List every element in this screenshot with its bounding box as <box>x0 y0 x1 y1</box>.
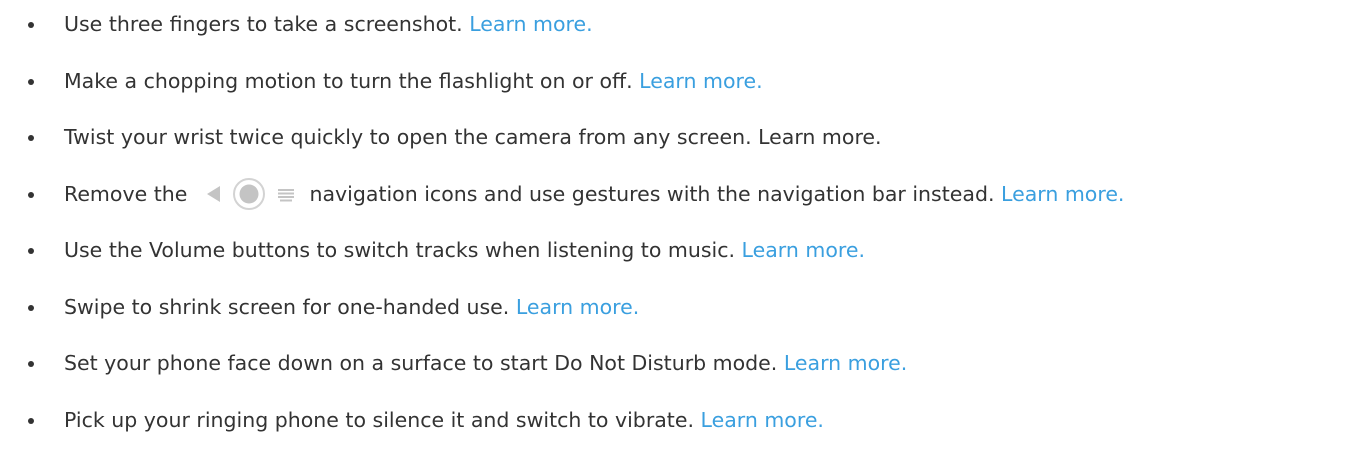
list-item-one-handed: Swipe to shrink screen for one-handed us… <box>0 287 1345 344</box>
item-text: Use the Volume buttons to switch tracks … <box>64 238 736 262</box>
list-item-navigation: Remove the navigation icons and use gest… <box>0 174 1345 231</box>
item-content: Pick up your ringing phone to silence it… <box>64 400 824 440</box>
item-text: Swipe to shrink screen for one-handed us… <box>64 294 510 319</box>
list-item-flashlight: Make a chopping motion to turn the flash… <box>0 61 1345 118</box>
item-text: Pick up your ringing phone to silence it… <box>64 407 694 432</box>
list-item-screenshot: Use three fingers to take a screenshot. … <box>0 4 1345 61</box>
bullet <box>28 22 34 28</box>
back-icon <box>206 185 220 202</box>
item-text-before: Remove the <box>64 181 188 206</box>
bullet <box>28 78 34 85</box>
learn-more-text: Learn more. <box>758 125 882 149</box>
item-text: Set your phone face down on a surface to… <box>64 351 778 375</box>
bullet <box>28 191 34 198</box>
bullet <box>28 135 34 141</box>
learn-more-link[interactable]: Learn more. <box>742 238 865 262</box>
list-item-camera: Twist your wrist twice quickly to open t… <box>0 117 1345 174</box>
bullet <box>28 417 34 424</box>
bullet <box>28 361 34 367</box>
item-text: Make a chopping motion to turn the flash… <box>64 68 633 93</box>
learn-more-link[interactable]: Learn more. <box>639 69 762 93</box>
gesture-tips-list: Use three fingers to take a screenshot. … <box>0 4 1345 456</box>
recents-icon <box>277 188 294 201</box>
item-content: Twist your wrist twice quickly to open t… <box>64 117 882 157</box>
item-content: Use three fingers to take a screenshot. … <box>64 4 593 44</box>
home-icon <box>233 177 266 210</box>
learn-more-link[interactable]: Learn more. <box>784 351 907 375</box>
item-text: Twist your wrist twice quickly to open t… <box>64 125 752 149</box>
item-text: Use three fingers to take a screenshot. <box>64 12 463 36</box>
list-item-volume-tracks: Use the Volume buttons to switch tracks … <box>0 230 1345 287</box>
navigation-icons <box>200 173 299 213</box>
item-content: Remove the navigation icons and use gest… <box>64 174 1124 215</box>
item-content: Make a chopping motion to turn the flash… <box>64 61 763 101</box>
learn-more-link[interactable]: Learn more. <box>516 295 639 319</box>
list-item-do-not-disturb: Set your phone face down on a surface to… <box>0 343 1345 400</box>
item-text-after: navigation icons and use gestures with t… <box>309 181 995 206</box>
item-content: Set your phone face down on a surface to… <box>64 343 907 383</box>
list-item-silence-ring: Pick up your ringing phone to silence it… <box>0 400 1345 457</box>
item-content: Swipe to shrink screen for one-handed us… <box>64 287 639 327</box>
item-content: Use the Volume buttons to switch tracks … <box>64 230 865 270</box>
learn-more-link[interactable]: Learn more. <box>469 12 592 36</box>
learn-more-link[interactable]: Learn more. <box>1001 182 1124 206</box>
bullet <box>28 304 34 311</box>
bullet <box>28 248 34 254</box>
learn-more-link[interactable]: Learn more. <box>701 408 824 432</box>
